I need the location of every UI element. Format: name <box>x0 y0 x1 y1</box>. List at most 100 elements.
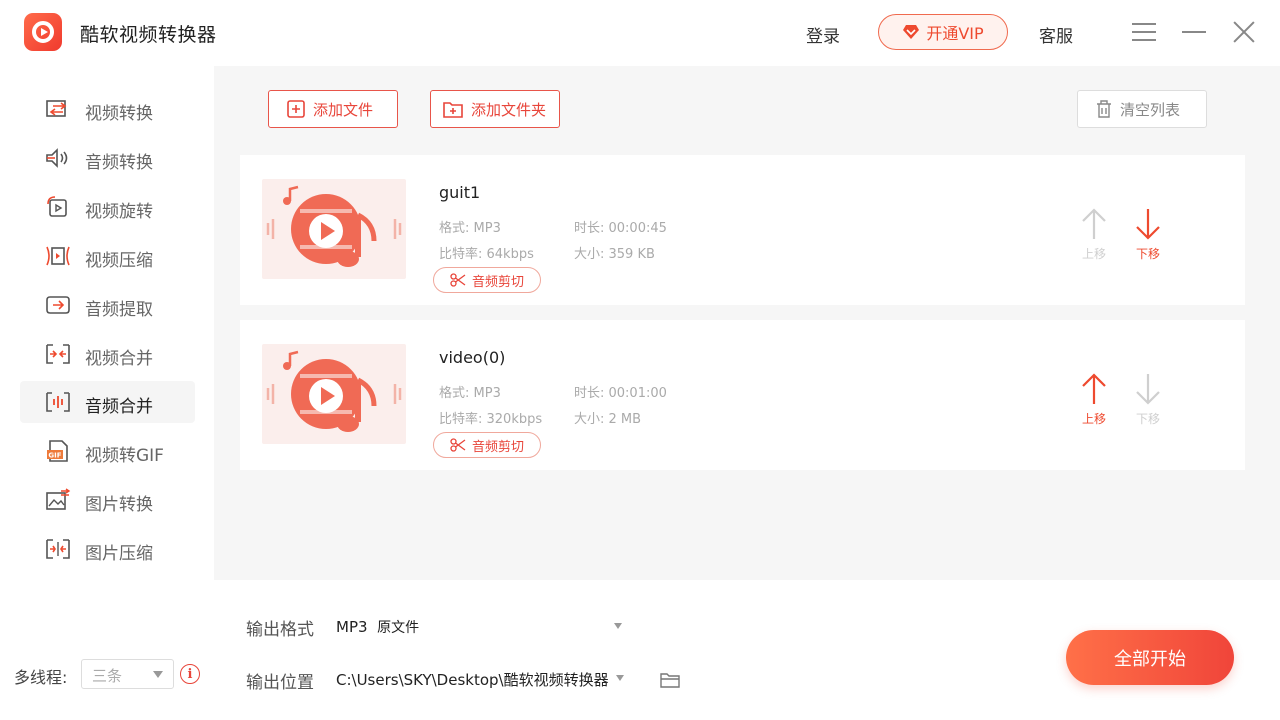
sidebar: 视频转换 音频转换 视频旋转 视频压缩 音频提取 视频合并 音频合并 GIF 视… <box>0 66 214 720</box>
music-note-icon <box>266 350 402 432</box>
file-card[interactable]: video(0) 格式: MP3 时长: 00:01:00 比特率: 320kb… <box>240 320 1245 470</box>
sidebar-item-label: 视频压缩 <box>85 251 153 271</box>
output-format-value: MP3 <box>336 618 368 636</box>
gif-icon: GIF <box>47 440 68 462</box>
file-name: guit1 <box>439 183 481 202</box>
move-down-button[interactable]: 下移 <box>1128 207 1168 269</box>
threads-value: 三条 <box>92 667 123 685</box>
output-location-select[interactable]: C:\Users\SKY\Desktop\酷软视频转换器 <box>336 669 626 690</box>
vip-label: 开通VIP <box>926 24 984 43</box>
move-up-label: 上移 <box>1081 412 1106 426</box>
audio-extract-icon <box>46 296 70 314</box>
audio-merge-icon <box>46 392 70 412</box>
login-link[interactable]: 登录 <box>806 22 840 47</box>
chevron-down-icon[interactable] <box>616 675 624 681</box>
add-file-label: 添加文件 <box>313 100 374 119</box>
app-title: 酷软视频转换器 <box>80 24 217 46</box>
title-bar: 酷软视频转换器 登录 开通VIP 客服 <box>0 0 1280 66</box>
folder-icon[interactable] <box>660 672 680 688</box>
sidebar-item-label: 图片压缩 <box>85 544 153 564</box>
scissors-icon <box>450 438 466 452</box>
diamond-heart-icon <box>903 25 920 39</box>
file-format: 格式: MP3 <box>439 386 501 401</box>
menu-icon[interactable] <box>1130 18 1158 46</box>
add-file-button[interactable]: 添加文件 <box>268 90 398 128</box>
sidebar-item-label: 音频转换 <box>85 153 153 173</box>
sidebar-item-image-compress[interactable]: 图片压缩 <box>20 528 195 570</box>
sidebar-item-video-rotate[interactable]: 视频旋转 <box>20 186 195 228</box>
arrow-down-icon <box>1136 374 1160 405</box>
scissors-icon <box>450 273 466 287</box>
clear-list-button[interactable]: 清空列表 <box>1077 90 1207 128</box>
output-format-label: 输出格式 <box>246 620 314 640</box>
sidebar-item-video-convert[interactable]: 视频转换 <box>20 88 195 130</box>
vip-button[interactable]: 开通VIP <box>878 14 1008 50</box>
add-folder-button[interactable]: 添加文件夹 <box>430 90 560 128</box>
file-size: 大小: 359 KB <box>574 247 655 262</box>
sidebar-item-label: 视频转换 <box>85 104 153 124</box>
sidebar-item-label: 音频提取 <box>85 300 153 320</box>
support-link[interactable]: 客服 <box>1039 22 1073 47</box>
sidebar-item-video-to-gif[interactable]: GIF 视频转GIF <box>20 430 195 472</box>
file-size: 大小: 2 MB <box>574 412 642 427</box>
file-bitrate: 比特率: 64kbps <box>439 247 534 262</box>
chevron-down-icon <box>153 671 163 678</box>
main-panel: 添加文件 添加文件夹 清空列表 guit1 格式: MP3 时长: 00:00:… <box>214 66 1280 580</box>
audio-thumbnail <box>262 344 406 444</box>
output-format-select[interactable]: MP3 原文件 <box>336 617 636 637</box>
arrow-up-icon <box>1082 208 1106 239</box>
image-convert-icon <box>46 488 71 510</box>
chevron-down-icon <box>614 623 622 629</box>
file-format: 格式: MP3 <box>439 221 501 236</box>
sidebar-item-label: 视频旋转 <box>85 202 153 222</box>
music-note-icon <box>266 185 402 267</box>
move-up-button[interactable]: 上移 <box>1074 372 1114 434</box>
start-all-button[interactable]: 全部开始 <box>1066 630 1234 685</box>
sidebar-item-video-compress[interactable]: 视频压缩 <box>20 235 195 277</box>
audio-cut-label: 音频剪切 <box>471 439 524 455</box>
output-panel: 输出格式 MP3 原文件 输出位置 C:\Users\SKY\Desktop\酷… <box>214 580 1280 720</box>
audio-cut-button[interactable]: 音频剪切 <box>433 432 541 458</box>
move-up-label: 上移 <box>1081 247 1106 261</box>
threads-label: 多线程: <box>14 668 68 687</box>
info-icon[interactable]: i <box>180 664 200 684</box>
move-up-button[interactable]: 上移 <box>1074 207 1114 269</box>
sidebar-item-label: 音频合并 <box>85 397 153 417</box>
sidebar-item-label: 视频合并 <box>85 349 153 369</box>
move-down-label: 下移 <box>1135 412 1160 426</box>
trash-icon <box>1097 100 1111 118</box>
app-logo-icon <box>24 13 62 51</box>
sidebar-item-audio-merge[interactable]: 音频合并 <box>20 381 195 423</box>
sidebar-item-audio-convert[interactable]: 音频转换 <box>20 137 195 179</box>
video-compress-icon <box>46 246 70 266</box>
add-file-icon <box>287 100 305 118</box>
threads-select[interactable]: 三条 <box>81 659 174 689</box>
move-down-button[interactable]: 下移 <box>1128 372 1168 434</box>
audio-thumbnail <box>262 179 406 279</box>
video-convert-icon <box>46 100 67 117</box>
sidebar-item-image-convert[interactable]: 图片转换 <box>20 479 195 521</box>
image-compress-icon <box>46 539 70 559</box>
arrow-down-icon <box>1136 209 1160 240</box>
output-location-label: 输出位置 <box>246 673 314 693</box>
add-folder-icon <box>443 102 463 118</box>
file-duration: 时长: 00:00:45 <box>574 221 667 236</box>
close-icon[interactable] <box>1230 18 1258 46</box>
file-card[interactable]: guit1 格式: MP3 时长: 00:00:45 比特率: 64kbps 大… <box>240 155 1245 305</box>
file-duration: 时长: 00:01:00 <box>574 386 667 401</box>
audio-cut-button[interactable]: 音频剪切 <box>433 267 541 293</box>
arrow-up-icon <box>1082 373 1106 404</box>
add-folder-label: 添加文件夹 <box>471 100 547 119</box>
sidebar-item-audio-extract[interactable]: 音频提取 <box>20 284 195 326</box>
minimize-icon[interactable] <box>1180 18 1208 46</box>
file-bitrate: 比特率: 320kbps <box>439 412 543 427</box>
output-format-quality: 原文件 <box>377 620 420 636</box>
move-down-label: 下移 <box>1135 247 1160 261</box>
audio-cut-label: 音频剪切 <box>471 274 524 290</box>
audio-convert-icon <box>46 148 68 168</box>
sidebar-item-label: 视频转GIF <box>85 446 164 466</box>
sidebar-item-video-merge[interactable]: 视频合并 <box>20 333 195 375</box>
clear-list-label: 清空列表 <box>1120 100 1181 119</box>
output-location-value: C:\Users\SKY\Desktop\酷软视频转换器 <box>336 671 609 689</box>
sidebar-item-label: 图片转换 <box>85 495 153 515</box>
